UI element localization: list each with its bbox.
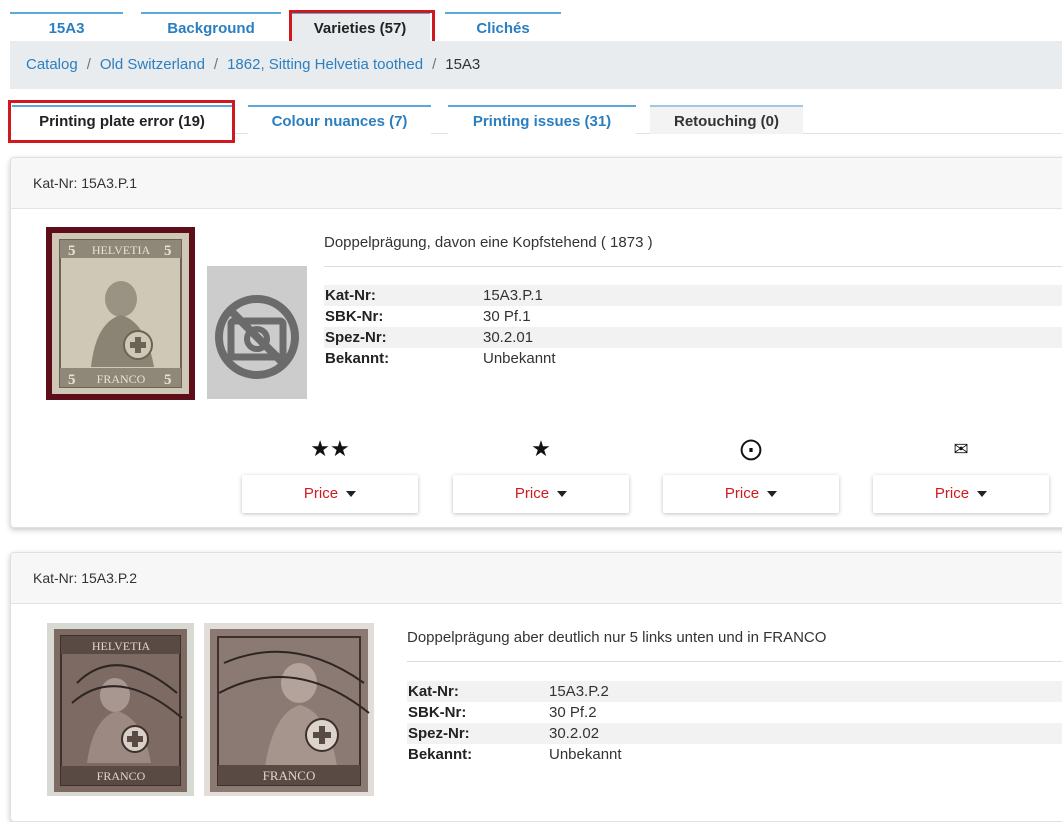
stamp-image-front[interactable]: HELVETIA FRANCO [47,623,194,796]
detail-key: Bekannt: [325,350,390,367]
tab-background[interactable]: Background [141,12,281,41]
description-divider [407,661,1062,662]
detail-key: SBK-Nr: [408,704,467,721]
price-column-cover: ✉ Price [873,434,1049,513]
detail-value: 30.2.01 [483,329,534,346]
detail-row: SBK-Nr: 30 Pf.1 [324,306,1062,327]
variety-description: Doppelprägung aber deutlich nur 5 links … [407,629,827,646]
breadcrumb-catalog[interactable]: Catalog [26,56,78,73]
variety-tabs: Printing plate error (19) Colour nuances… [0,100,1062,134]
circled-dot-icon: ⨀ [740,436,762,461]
stamp-bottom-text: FRANCO [263,768,316,783]
detail-row: Bekannt: Unbekannt [407,744,1062,765]
detail-row: Bekannt: Unbekannt [324,348,1062,369]
stamp-value-text: 5 [68,243,76,259]
detail-row: Spez-Nr: 30.2.02 [407,723,1062,744]
detail-value: 15A3.P.2 [549,683,609,700]
tab-printing-plate-error[interactable]: Printing plate error (19) [12,105,232,134]
description-divider [324,266,1062,267]
variety-card: Kat-Nr: 15A3.P.1 HELVETIA 5 5 FRANCO 5 5… [10,157,1062,528]
detail-row: Kat-Nr: 15A3.P.2 [407,681,1062,702]
detail-value: Unbekannt [549,746,622,763]
tab-colour-nuances[interactable]: Colour nuances (7) [248,105,431,134]
variety-description: Doppelprägung, davon eine Kopfstehend ( … [324,234,653,251]
price-dropdown-button[interactable]: Price [242,475,418,513]
stamp-image-detail[interactable]: FRANCO [204,623,374,796]
stamp-top-text: HELVETIA [92,243,151,257]
price-label: Price [934,485,970,502]
caret-down-icon [346,491,357,498]
card-header: Kat-Nr: 15A3.P.2 [11,553,1062,604]
detail-value: 30 Pf.2 [549,704,597,721]
variety-details: Kat-Nr: 15A3.P.1 SBK-Nr: 30 Pf.1 Spez-Nr: 3… [324,285,1062,369]
top-tabs: 15A3 Background Varieties (57) Clichés [0,0,1062,41]
mint-double-star-icon: ★★ [310,436,350,461]
detail-key: SBK-Nr: [325,308,384,325]
variety-details: Kat-Nr: 15A3.P.2 SBK-Nr: 30 Pf.2 Spez-Nr: 3… [407,681,1062,765]
detail-key: Spez-Nr: [325,329,387,346]
breadcrumb-separator: / [86,56,91,73]
detail-row: Spez-Nr: 30.2.01 [324,327,1062,348]
no-photo-placeholder-icon [207,266,307,399]
detail-value: 30.2.02 [549,725,600,742]
stamp-image[interactable]: HELVETIA 5 5 FRANCO 5 5 [46,227,195,400]
price-column-used: ⨀ Price [663,434,839,513]
price-column-hinged: ★ Price [453,434,629,513]
tab-varieties[interactable]: Varieties (57) [290,12,430,41]
price-dropdown-button[interactable]: Price [453,475,629,513]
detail-row: Kat-Nr: 15A3.P.1 [324,285,1062,306]
stamp-bottom-text: FRANCO [97,769,146,783]
price-dropdown-button[interactable]: Price [663,475,839,513]
breadcrumb-issue[interactable]: 1862, Sitting Helvetia toothed [227,56,423,73]
caret-down-icon [767,491,778,498]
detail-key: Spez-Nr: [408,725,470,742]
tab-cliches[interactable]: Clichés [445,12,561,41]
detail-value: 30 Pf.1 [483,308,531,325]
breadcrumb: Catalog / Old Switzerland / 1862, Sitting He… [10,41,1062,89]
detail-key: Kat-Nr: [325,287,376,304]
detail-key: Kat-Nr: [408,683,459,700]
stamp-value-text: 5 [164,243,172,259]
price-label: Price [514,485,550,502]
stamp-value-text: 5 [164,372,172,388]
card-header: Kat-Nr: 15A3.P.1 [11,158,1062,209]
variety-card: Kat-Nr: 15A3.P.2 HELVETIA FRANCO FRANCO … [10,552,1062,822]
tab-printing-issues[interactable]: Printing issues (31) [448,105,636,134]
envelope-icon: ✉ [953,439,969,459]
caret-down-icon [557,491,568,498]
price-label: Price [724,485,760,502]
caret-down-icon [977,491,988,498]
price-label: Price [303,485,339,502]
star-icon: ★ [531,436,551,461]
detail-row: SBK-Nr: 30 Pf.2 [407,702,1062,723]
tab-15a3[interactable]: 15A3 [10,12,123,41]
detail-value: Unbekannt [483,350,556,367]
detail-value: 15A3.P.1 [483,287,543,304]
stamp-bottom-text: FRANCO [97,372,146,386]
price-column-mint: ★★ Price [242,434,418,513]
breadcrumb-separator: / [213,56,219,73]
price-dropdown-button[interactable]: Price [873,475,1049,513]
detail-key: Bekannt: [408,746,473,763]
breadcrumb-current: 15A3 [445,56,481,73]
tab-retouching[interactable]: Retouching (0) [650,105,803,134]
stamp-value-text: 5 [68,372,76,388]
stamp-top-text: HELVETIA [92,639,151,653]
breadcrumb-separator: / [432,56,437,73]
breadcrumb-old-switzerland[interactable]: Old Switzerland [100,56,205,73]
